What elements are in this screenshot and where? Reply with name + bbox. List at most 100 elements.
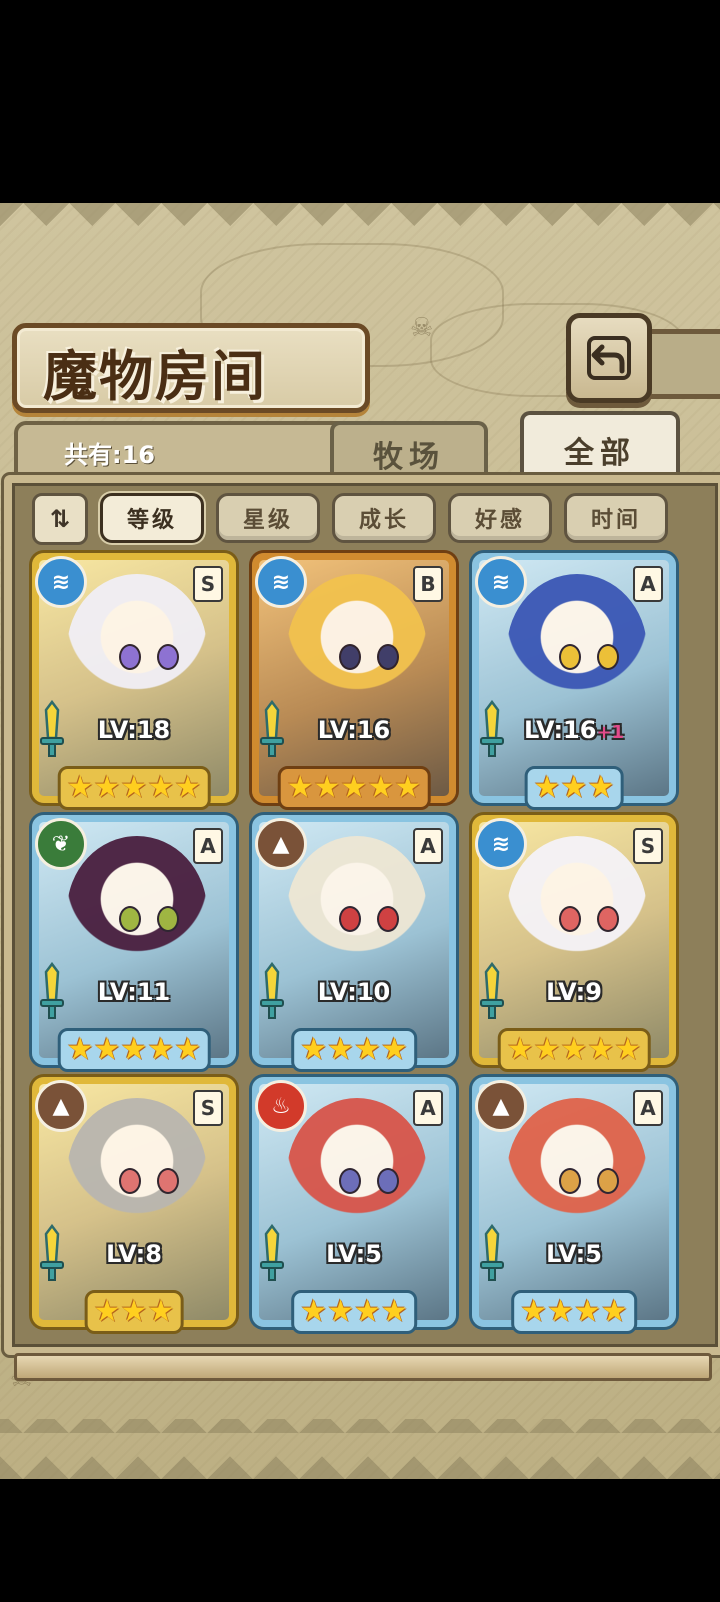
sort-level-button[interactable]: 等级	[100, 493, 204, 543]
monster-card[interactable]: ❦ A LV:11 ★ ★ ★ ★ ★	[32, 815, 236, 1072]
back-button-rail	[640, 329, 720, 399]
monster-card[interactable]: ♨ A LV:5 ★ ★ ★ ★	[252, 1077, 456, 1334]
level-text: LV:9	[546, 978, 602, 1006]
star-icon: ★	[394, 770, 422, 805]
page-title: 魔物房间	[43, 344, 267, 408]
star-icon: ★	[286, 770, 314, 805]
monster-eye	[597, 906, 619, 932]
monster-eye	[119, 1168, 141, 1194]
star-rating: ★ ★ ★ ★ ★	[277, 766, 431, 810]
earth-element-icon: ▲	[35, 1080, 87, 1132]
water-element-icon: ≋	[35, 556, 87, 608]
tab-ranch[interactable]: 牧场	[330, 421, 488, 483]
monster-portrait	[287, 836, 427, 986]
monster-eye	[597, 644, 619, 670]
star-icon: ★	[147, 770, 175, 805]
monster-eye	[119, 906, 141, 932]
star-icon: ★	[66, 770, 94, 805]
tab-all[interactable]: 全部	[520, 411, 680, 485]
star-icon: ★	[93, 770, 121, 805]
star-icon: ★	[574, 1294, 601, 1329]
star-rating: ★ ★ ★	[524, 766, 624, 810]
star-icon: ★	[120, 1294, 148, 1329]
monster-eye	[377, 1168, 399, 1194]
level-bonus: +1	[596, 722, 625, 743]
star-icon: ★	[313, 770, 341, 805]
star-icon: ★	[600, 1294, 628, 1329]
title-plate: 魔物房间	[12, 323, 370, 413]
sort-bar: ⇅ 等级 星级 成长 好感 时间	[30, 491, 680, 545]
rank-badge: A	[633, 566, 663, 602]
star-icon: ★	[354, 1294, 381, 1329]
star-icon: ★	[520, 1294, 548, 1329]
monster-card[interactable]: ≋ S LV:9 ★ ★ ★ ★ ★	[472, 815, 676, 1072]
monster-portrait	[507, 836, 647, 986]
sort-affection-button[interactable]: 好感	[448, 493, 552, 543]
monster-card[interactable]: ▲ A LV:5 ★ ★ ★ ★	[472, 1077, 676, 1334]
monster-portrait	[67, 836, 207, 986]
star-icon: ★	[93, 1294, 121, 1329]
water-element-icon: ≋	[475, 818, 527, 870]
monster-count: 共有:16	[64, 441, 155, 469]
monster-eye	[377, 906, 399, 932]
back-button[interactable]	[566, 313, 652, 403]
star-icon: ★	[120, 1032, 148, 1067]
wood-element-icon: ❦	[35, 818, 87, 870]
level-text: LV:5	[546, 1240, 602, 1268]
earth-element-icon: ▲	[255, 818, 307, 870]
star-icon: ★	[120, 770, 148, 805]
monster-card[interactable]: ▲ S LV:8 ★ ★ ★	[32, 1077, 236, 1334]
monster-eye	[377, 644, 399, 670]
monster-level: LV:9	[479, 978, 669, 1006]
star-icon: ★	[587, 1032, 615, 1067]
star-icon: ★	[300, 1294, 328, 1329]
star-icon: ★	[547, 1294, 574, 1329]
monster-card[interactable]: ≋ B LV:16 ★ ★ ★ ★ ★	[252, 553, 456, 810]
sort-order-toggle[interactable]: ⇅	[32, 493, 88, 545]
fire-element-icon: ♨	[255, 1080, 307, 1132]
monster-portrait	[287, 574, 427, 724]
star-icon: ★	[533, 770, 561, 805]
rank-badge: S	[633, 828, 663, 864]
monster-eye	[339, 1168, 361, 1194]
star-icon: ★	[560, 1032, 588, 1067]
monster-level: LV:16	[259, 716, 449, 744]
skull-icon: ☠	[410, 313, 434, 343]
earth-element-icon: ▲	[475, 1080, 527, 1132]
star-icon: ★	[614, 1032, 642, 1067]
star-icon: ★	[174, 1032, 202, 1067]
monster-portrait	[67, 1098, 207, 1248]
monster-eye	[559, 1168, 581, 1194]
monster-eye	[119, 644, 141, 670]
monster-level: LV:5	[259, 1240, 449, 1268]
monster-level: LV:5	[479, 1240, 669, 1268]
star-icon: ★	[367, 770, 395, 805]
monster-portrait	[67, 574, 207, 724]
monster-card[interactable]: ▲ A LV:10 ★ ★ ★ ★	[252, 815, 456, 1072]
star-rating: ★ ★ ★ ★ ★	[57, 766, 211, 810]
monster-eye	[339, 906, 361, 932]
sort-time-button[interactable]: 时间	[564, 493, 668, 543]
rank-badge: B	[413, 566, 443, 602]
star-rating: ★ ★ ★ ★ ★	[497, 1028, 651, 1072]
monster-portrait	[507, 574, 647, 724]
star-icon: ★	[340, 770, 368, 805]
monster-eye	[559, 644, 581, 670]
monster-card[interactable]: ≋ A LV:16+1 ★ ★ ★	[472, 553, 676, 810]
monster-card[interactable]: ≋ S LV:18 ★ ★ ★ ★ ★	[32, 553, 236, 810]
panel-bottom-rail	[14, 1353, 712, 1381]
sort-star-button[interactable]: 星级	[216, 493, 320, 543]
monster-level: LV:8	[39, 1240, 229, 1268]
monster-eye	[339, 644, 361, 670]
star-icon: ★	[174, 770, 202, 805]
star-icon: ★	[147, 1294, 175, 1329]
monster-eye	[157, 906, 179, 932]
rank-badge: A	[193, 828, 223, 864]
monster-level: LV:11	[39, 978, 229, 1006]
star-icon: ★	[66, 1032, 94, 1067]
star-icon: ★	[327, 1032, 354, 1067]
monster-eye	[559, 906, 581, 932]
sort-growth-button[interactable]: 成长	[332, 493, 436, 543]
level-text: LV:10	[317, 978, 391, 1006]
star-icon: ★	[300, 1032, 328, 1067]
